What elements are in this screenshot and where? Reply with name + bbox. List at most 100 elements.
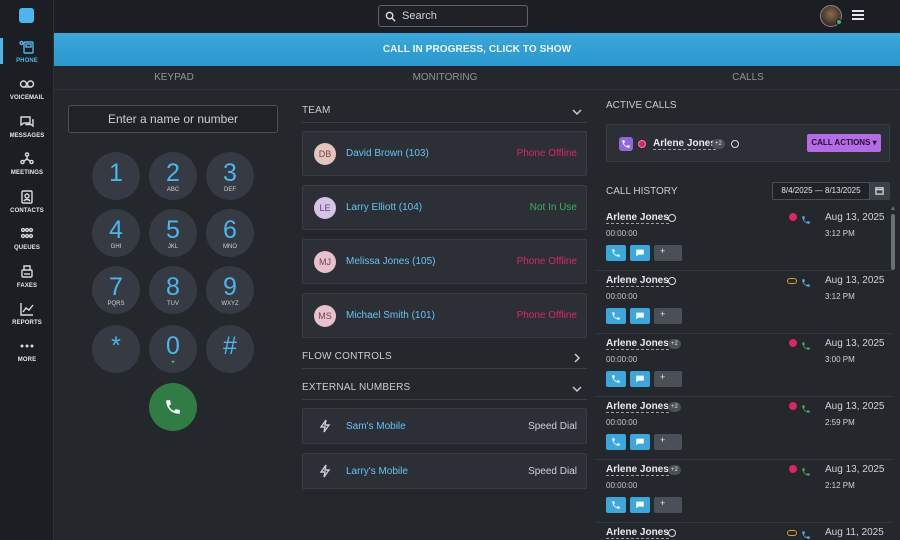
database-plus-icon: +: [660, 498, 666, 508]
message-button[interactable]: [630, 497, 650, 513]
nav-item-voicemail[interactable]: VOICEMAIL: [0, 76, 54, 112]
active-call-name[interactable]: Arlene Jones: [653, 138, 716, 150]
member-name[interactable]: Michael Smith (101): [346, 310, 435, 321]
nav-item-queues[interactable]: QUEUES: [0, 226, 54, 262]
message-icon: [636, 249, 644, 257]
key-7[interactable]: 7 PQRS: [92, 266, 140, 314]
reports-icon: [20, 303, 34, 316]
caller-name[interactable]: Arlene Jones: [606, 527, 669, 539]
add-to-database-button[interactable]: +: [654, 497, 682, 513]
call-back-button[interactable]: [606, 308, 626, 324]
dial-call-button[interactable]: [149, 383, 197, 431]
nav-item-faxes[interactable]: FAXES: [0, 264, 54, 300]
flow-controls-header[interactable]: FLOW CONTROLS: [302, 351, 584, 367]
call-back-button[interactable]: [606, 434, 626, 450]
member-name[interactable]: Larry Elliott (104): [346, 202, 422, 213]
call-back-button[interactable]: [606, 371, 626, 387]
scroll-up-arrow[interactable]: [891, 206, 895, 210]
caller-name[interactable]: Arlene Jones: [606, 338, 669, 350]
add-to-database-button[interactable]: +: [654, 245, 682, 261]
key-1[interactable]: 1: [92, 152, 140, 200]
tab-calls[interactable]: CALLS: [596, 66, 900, 90]
add-to-database-button[interactable]: +: [654, 371, 682, 387]
messages-icon: [20, 116, 34, 128]
search-input[interactable]: Search: [378, 5, 528, 27]
nav-label-contacts: CONTACTS: [10, 208, 44, 214]
external-numbers-header[interactable]: EXTERNAL NUMBERS: [302, 382, 584, 398]
key-6[interactable]: 6 MNO: [206, 209, 254, 257]
key-digit: 4: [109, 216, 123, 244]
call-time: 3:12 PM: [825, 292, 855, 301]
external-number-card[interactable]: Sam's Mobile Speed Dial: [302, 408, 587, 444]
add-to-database-button[interactable]: +: [654, 308, 682, 324]
key-9[interactable]: 9 WXYZ: [206, 266, 254, 314]
call-history-row[interactable]: Arlene Jones Aug 11, 2025: [596, 523, 892, 540]
key-star[interactable]: *: [92, 325, 140, 373]
team-member-card[interactable]: MS Michael Smith (101) Phone Offline: [302, 293, 587, 338]
key-2[interactable]: 2 ABC: [149, 152, 197, 200]
add-to-database-button[interactable]: +: [654, 434, 682, 450]
nav-item-meetings[interactable]: MEETINGS: [0, 151, 54, 187]
member-name[interactable]: David Brown (103): [346, 148, 429, 159]
call-history-row[interactable]: Arlene Jones +2 00:00:00 Aug 13, 2025 3:…: [596, 334, 892, 397]
nav-item-contacts[interactable]: CONTACTS: [0, 189, 54, 225]
calendar-button[interactable]: [870, 182, 890, 200]
team-member-card[interactable]: LE Larry Elliott (104) Not In Use: [302, 185, 587, 230]
tab-monitoring[interactable]: MONITORING: [294, 66, 596, 90]
call-time: 2:12 PM: [825, 481, 855, 490]
call-duration: 00:00:00: [606, 355, 638, 364]
message-button[interactable]: [630, 371, 650, 387]
medal-icon: [731, 140, 739, 148]
app-logo[interactable]: [19, 8, 34, 23]
call-history-scrollbar[interactable]: [891, 214, 895, 270]
phone-icon: [19, 40, 34, 54]
key-4[interactable]: 4 GHI: [92, 209, 140, 257]
phone-icon: [612, 249, 620, 257]
key-3[interactable]: 3 DEF: [206, 152, 254, 200]
monitoring-panel: TEAM DB David Brown (103) Phone Offline …: [294, 90, 596, 540]
key-hash[interactable]: #: [206, 325, 254, 373]
caller-name[interactable]: Arlene Jones: [606, 401, 669, 413]
external-number-name[interactable]: Larry's Mobile: [346, 466, 408, 477]
nav-item-phone[interactable]: PHONE: [0, 39, 54, 75]
call-date: Aug 13, 2025: [825, 212, 885, 223]
key-5[interactable]: 5 JKL: [149, 209, 197, 257]
caller-name[interactable]: Arlene Jones: [606, 275, 669, 287]
nav-item-messages[interactable]: MESSAGES: [0, 114, 54, 150]
caller-name[interactable]: Arlene Jones: [606, 464, 669, 476]
tab-keypad[interactable]: KEYPAD: [54, 66, 294, 90]
team-member-card[interactable]: DB David Brown (103) Phone Offline: [302, 131, 587, 176]
call-history-row[interactable]: Arlene Jones +2 00:00:00 Aug 13, 2025 2:…: [596, 397, 892, 460]
nav-item-more[interactable]: MORE: [0, 338, 54, 374]
nav-label-reports: REPORTS: [12, 320, 42, 326]
name-or-number-input[interactable]: Enter a name or number: [68, 105, 278, 133]
message-button[interactable]: [630, 245, 650, 261]
active-call-card[interactable]: Arlene Jones +2 CALL ACTIONS ▾: [606, 124, 890, 162]
key-0[interactable]: 0 +: [149, 325, 197, 373]
call-history-row[interactable]: Arlene Jones 00:00:00 Aug 13, 2025 3:12 …: [596, 208, 892, 271]
member-status: Phone Offline: [516, 256, 577, 267]
team-section-header[interactable]: TEAM: [302, 105, 584, 121]
key-8[interactable]: 8 TUV: [149, 266, 197, 314]
call-history-row[interactable]: Arlene Jones 00:00:00 Aug 13, 2025 3:12 …: [596, 271, 892, 334]
call-history-row[interactable]: Arlene Jones +2 00:00:00 Aug 13, 2025 2:…: [596, 460, 892, 523]
external-number-type: Speed Dial: [528, 466, 577, 477]
calendar-icon: [875, 187, 884, 195]
external-number-card[interactable]: Larry's Mobile Speed Dial: [302, 453, 587, 489]
date-range-field[interactable]: 8/4/2025 — 8/13/2025: [772, 182, 870, 200]
divider: [302, 368, 587, 369]
call-back-button[interactable]: [606, 497, 626, 513]
call-actions-button[interactable]: CALL ACTIONS ▾: [807, 134, 881, 152]
call-back-button[interactable]: [606, 245, 626, 261]
call-in-progress-banner[interactable]: CALL IN PROGRESS, CLICK TO SHOW: [54, 33, 900, 66]
team-member-card[interactable]: MJ Melissa Jones (105) Phone Offline: [302, 239, 587, 284]
nav-item-reports[interactable]: REPORTS: [0, 301, 54, 337]
message-button[interactable]: [630, 308, 650, 324]
medal-icon: [668, 529, 676, 537]
member-initials: LE: [314, 197, 336, 219]
message-button[interactable]: [630, 434, 650, 450]
member-name[interactable]: Melissa Jones (105): [346, 256, 435, 267]
hamburger-menu-icon[interactable]: [852, 10, 864, 22]
caller-name[interactable]: Arlene Jones: [606, 212, 669, 224]
external-number-name[interactable]: Sam's Mobile: [346, 421, 406, 432]
